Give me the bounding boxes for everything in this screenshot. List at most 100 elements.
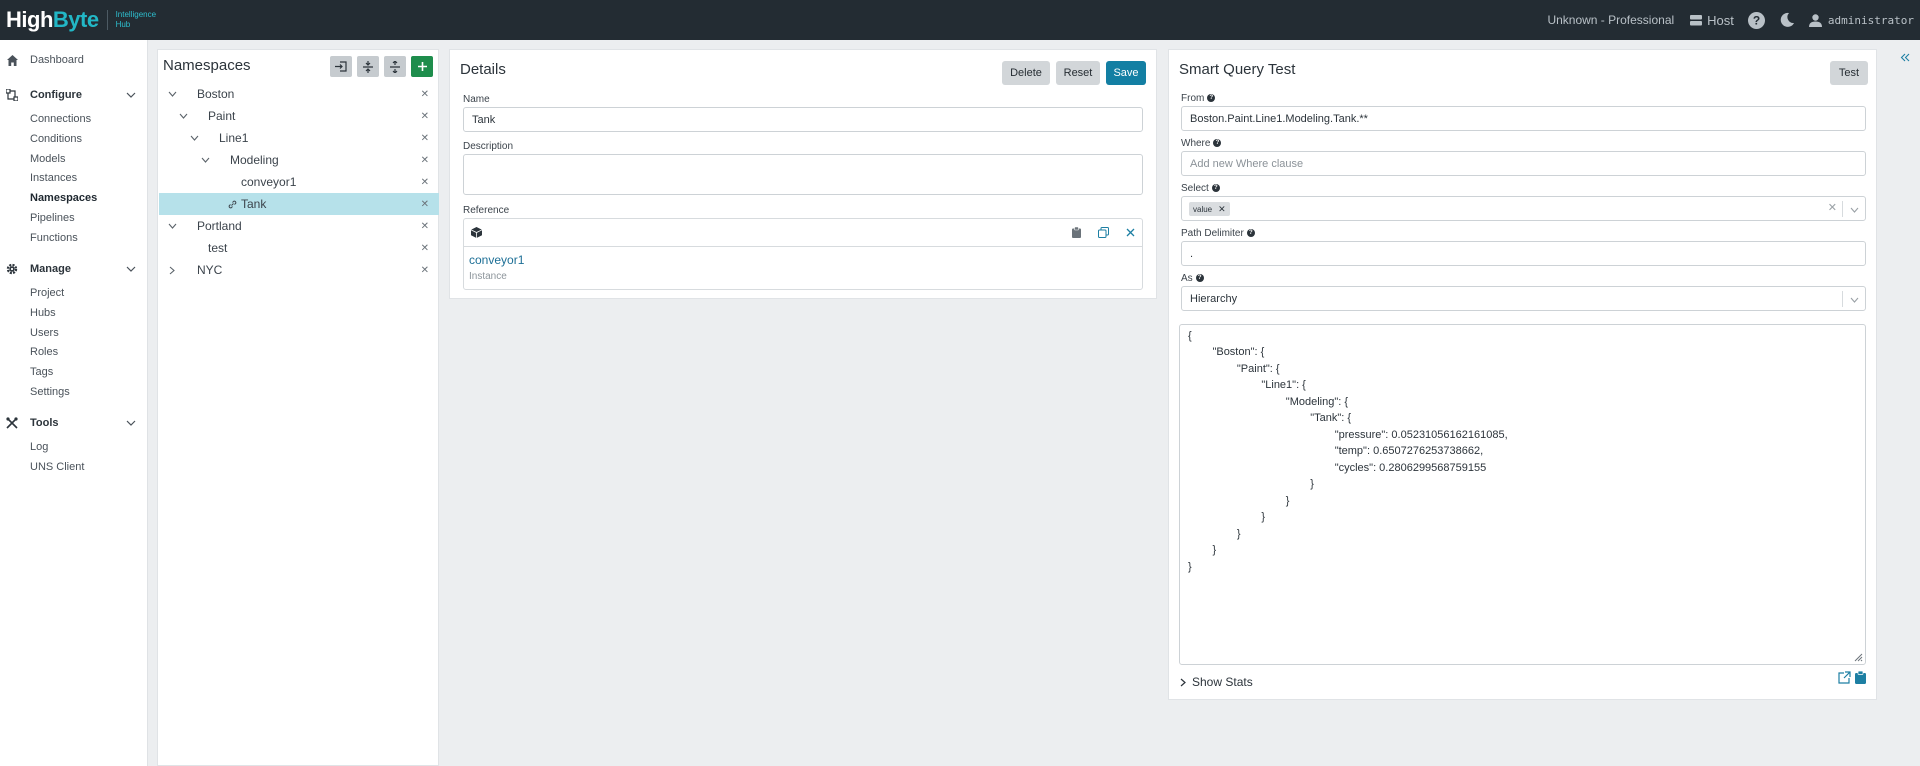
delete-button[interactable]: Delete <box>1002 61 1050 85</box>
open-external-icon[interactable] <box>1838 671 1851 684</box>
sidebar-group-label: Manage <box>30 263 71 275</box>
remove-icon[interactable]: ✕ <box>421 265 429 276</box>
add-namespace-button[interactable] <box>411 56 433 77</box>
as-label: As? <box>1181 273 1204 284</box>
test-button[interactable]: Test <box>1830 61 1868 85</box>
chevron-down-icon <box>126 89 136 101</box>
tree-node-boston[interactable]: Boston ✕ <box>159 83 439 105</box>
remove-icon[interactable]: ✕ <box>421 177 429 188</box>
select-divider <box>1842 201 1843 217</box>
resize-handle-icon[interactable] <box>1853 652 1863 662</box>
remove-icon[interactable]: ✕ <box>421 133 429 144</box>
reset-button[interactable]: Reset <box>1056 61 1100 85</box>
sidebar-item-namespaces[interactable]: Namespaces <box>30 192 97 204</box>
remove-icon[interactable]: ✕ <box>421 221 429 232</box>
sidebar-item-pipelines[interactable]: Pipelines <box>30 212 75 224</box>
reference-link[interactable]: conveyor1 <box>469 253 524 267</box>
sidebar-item-functions[interactable]: Functions <box>30 232 78 244</box>
copy-icon[interactable] <box>1098 227 1109 238</box>
tree-node-conveyor1[interactable]: conveyor1 ✕ <box>159 171 439 193</box>
close-icon[interactable] <box>1126 228 1135 237</box>
remove-icon[interactable]: ✕ <box>421 89 429 100</box>
help-icon[interactable]: ? <box>1207 94 1216 103</box>
path-delimiter-input[interactable]: . <box>1181 241 1866 266</box>
details-panel: Details Delete Reset Save Name Tank Desc… <box>449 49 1157 299</box>
help-button[interactable]: ? <box>1747 11 1765 29</box>
username: administrator <box>1827 13 1914 27</box>
chevron-right-icon[interactable] <box>167 265 177 275</box>
help-icon[interactable]: ? <box>1246 229 1255 238</box>
from-input[interactable]: Boston.Paint.Line1.Modeling.Tank.** <box>1181 106 1866 131</box>
sidebar-item-models[interactable]: Models <box>30 153 65 165</box>
chevron-down-icon[interactable] <box>1850 207 1859 213</box>
plus-icon <box>417 62 427 71</box>
sidebar-item-tags[interactable]: Tags <box>30 366 53 378</box>
tree-node-nyc[interactable]: NYC ✕ <box>159 259 439 281</box>
sidebar-item-uns-client[interactable]: UNS Client <box>30 461 84 473</box>
name-input[interactable]: Tank <box>463 107 1143 132</box>
sidebar-item-settings[interactable]: Settings <box>30 386 70 398</box>
remove-icon[interactable]: ✕ <box>421 199 429 210</box>
clipboard-copy-icon[interactable] <box>1855 671 1866 684</box>
sidebar-group-manage[interactable]: Manage <box>6 263 136 275</box>
result-line: "cycles": 0.2806299568759155 <box>1188 462 1487 474</box>
sidebar: Dashboard Configure Connections Conditio… <box>0 40 148 766</box>
user-menu[interactable]: administrator <box>1808 13 1914 27</box>
help-icon[interactable]: ? <box>1211 184 1220 193</box>
remove-icon[interactable]: ✕ <box>421 243 429 254</box>
chevron-down-icon[interactable] <box>178 111 188 121</box>
query-result-textarea[interactable]: { "Boston": { "Paint": { "Line1": { "Mod… <box>1179 324 1866 665</box>
remove-icon[interactable]: ✕ <box>421 111 429 122</box>
clear-icon[interactable]: ✕ <box>1828 201 1837 214</box>
description-textarea[interactable] <box>463 154 1143 195</box>
where-input[interactable]: Add new Where clause <box>1181 151 1866 176</box>
sidebar-item-dashboard[interactable]: Dashboard <box>6 54 84 66</box>
sidebar-item-log[interactable]: Log <box>30 441 48 453</box>
remove-tag-icon[interactable]: ✕ <box>1218 204 1226 215</box>
help-icon[interactable]: ? <box>1195 274 1204 283</box>
tree-node-test[interactable]: test ✕ <box>159 237 439 259</box>
save-button[interactable]: Save <box>1106 61 1146 85</box>
import-button[interactable] <box>330 56 352 77</box>
result-line: } <box>1188 544 1217 556</box>
help-icon[interactable]: ? <box>1213 139 1222 148</box>
sidebar-item-conditions[interactable]: Conditions <box>30 133 82 145</box>
help-icon: ? <box>1747 11 1765 29</box>
highbyte-logo[interactable]: HighByte Intelligence Hub <box>6 7 156 33</box>
top-bar: HighByte Intelligence Hub Unknown - Prof… <box>0 0 1920 40</box>
sidebar-item-users[interactable]: Users <box>30 327 59 339</box>
chevron-down-icon[interactable] <box>1850 297 1859 303</box>
chevron-down-icon[interactable] <box>167 89 177 99</box>
sidebar-item-hubs[interactable]: Hubs <box>30 307 56 319</box>
tree-node-line1[interactable]: Line1 ✕ <box>159 127 439 149</box>
select-tag-value[interactable]: value ✕ <box>1189 202 1230 216</box>
sidebar-group-configure[interactable]: Configure <box>6 89 136 101</box>
tree-node-tank[interactable]: Tank ✕ <box>159 193 439 215</box>
result-line: "Line1": { <box>1188 379 1306 391</box>
user-icon <box>1808 13 1822 27</box>
sidebar-item-project[interactable]: Project <box>30 287 64 299</box>
chevron-down-icon[interactable] <box>189 133 199 143</box>
sidebar-item-instances[interactable]: Instances <box>30 172 77 184</box>
expand-all-button[interactable] <box>384 56 406 77</box>
expand-icon <box>390 60 400 73</box>
as-select[interactable]: Hierarchy <box>1181 286 1866 311</box>
collapse-all-button[interactable] <box>357 56 379 77</box>
chevron-down-icon[interactable] <box>200 155 210 165</box>
chevron-down-icon[interactable] <box>167 221 177 231</box>
tree-node-paint[interactable]: Paint ✕ <box>159 105 439 127</box>
show-stats-toggle[interactable]: Show Stats <box>1180 675 1253 689</box>
host-button[interactable]: Host <box>1690 13 1734 28</box>
sidebar-item-roles[interactable]: Roles <box>30 346 58 358</box>
theme-toggle-button[interactable] <box>1779 12 1795 28</box>
sidebar-group-tools[interactable]: Tools <box>6 417 136 429</box>
collapse-panel-button[interactable] <box>1900 50 1910 65</box>
select-input[interactable]: value ✕ ✕ <box>1181 196 1866 221</box>
sidebar-item-connections[interactable]: Connections <box>30 113 91 125</box>
remove-icon[interactable]: ✕ <box>421 155 429 166</box>
tree-node-label: conveyor1 <box>241 175 297 189</box>
clipboard-icon[interactable] <box>1072 227 1081 238</box>
result-line: "temp": 0.6507276253738662, <box>1188 445 1484 457</box>
tree-node-portland[interactable]: Portland ✕ <box>159 215 439 237</box>
tree-node-modeling[interactable]: Modeling ✕ <box>159 149 439 171</box>
